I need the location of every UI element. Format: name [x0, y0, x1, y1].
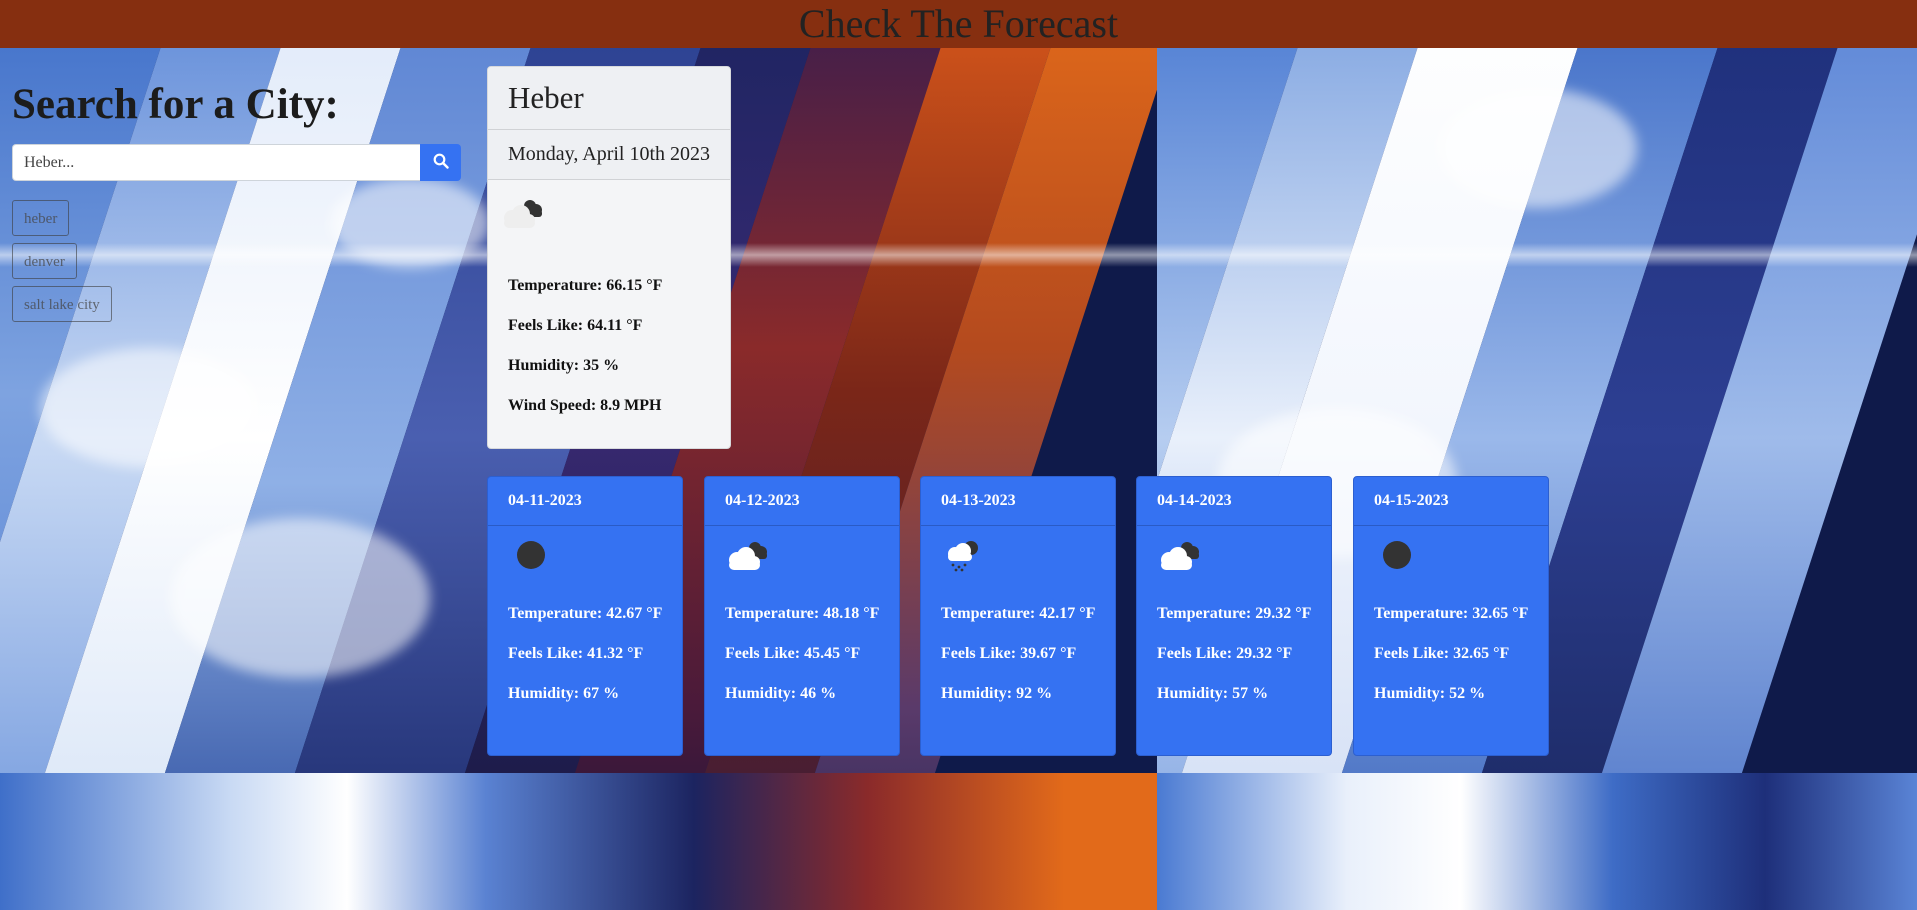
- forecast-feels-like: Feels Like: 41.32 °F: [508, 645, 644, 662]
- clear-night-icon: [506, 541, 556, 576]
- forecast-card: 04-15-2023 Temperature: 32.65 °F Feels L…: [1353, 476, 1549, 756]
- background-tile: [1157, 773, 1917, 910]
- forecast-humidity: Humidity: 67 %: [508, 685, 620, 702]
- forecast-card: 04-14-2023 Temperature: 29.32 °F Feels L…: [1136, 476, 1332, 756]
- forecast-date: 04-15-2023: [1354, 477, 1548, 526]
- current-humidity: Humidity: 35 %: [508, 357, 620, 374]
- forecast-temperature: Temperature: 48.18 °F: [725, 605, 880, 622]
- forecast-card: 04-11-2023 Temperature: 42.67 °F Feels L…: [487, 476, 683, 756]
- broken-clouds-icon: [498, 200, 548, 234]
- broken-clouds-icon: [723, 542, 773, 576]
- forecast-feels-like: Feels Like: 39.67 °F: [941, 645, 1077, 662]
- forecast-date: 04-13-2023: [921, 477, 1115, 526]
- forecast-feels-like: Feels Like: 29.32 °F: [1157, 645, 1293, 662]
- current-temperature: Temperature: 66.15 °F: [508, 277, 663, 294]
- history-button-denver[interactable]: denver: [12, 243, 77, 279]
- forecast-humidity: Humidity: 57 %: [1157, 685, 1269, 702]
- search-button[interactable]: [420, 144, 461, 181]
- forecast-temperature: Temperature: 29.32 °F: [1157, 605, 1312, 622]
- forecast-card: 04-12-2023 Temperature: 48.18 °F Feels L…: [704, 476, 900, 756]
- forecast-temperature: Temperature: 32.65 °F: [1374, 605, 1529, 622]
- current-feels-like: Feels Like: 64.11 °F: [508, 317, 643, 334]
- forecast-humidity: Humidity: 92 %: [941, 685, 1053, 702]
- current-wind-speed: Wind Speed: 8.9 MPH: [508, 397, 662, 414]
- current-city: Heber: [488, 67, 730, 130]
- forecast-humidity: Humidity: 52 %: [1374, 685, 1486, 702]
- page-header: Check The Forecast: [0, 0, 1917, 48]
- background-glow: [0, 243, 1917, 267]
- search-icon: [433, 153, 449, 172]
- forecast-temperature: Temperature: 42.67 °F: [508, 605, 663, 622]
- forecast-humidity: Humidity: 46 %: [725, 685, 837, 702]
- forecast-feels-like: Feels Like: 45.45 °F: [725, 645, 861, 662]
- history-button-heber[interactable]: heber: [12, 200, 70, 236]
- search-form: [12, 144, 461, 181]
- current-date: Monday, April 10th 2023: [488, 130, 730, 180]
- forecast-date: 04-11-2023: [488, 477, 682, 526]
- forecast-temperature: Temperature: 42.17 °F: [941, 605, 1096, 622]
- clear-night-icon: [1372, 541, 1422, 576]
- background-tile: [0, 773, 1157, 910]
- city-search-input[interactable]: [12, 144, 420, 181]
- forecast-card: 04-13-2023 Temperature: 42.17 °F Feels L…: [920, 476, 1116, 756]
- page-title: Check The Forecast: [798, 1, 1119, 46]
- forecast-date: 04-12-2023: [705, 477, 899, 526]
- forecast-feels-like: Feels Like: 32.65 °F: [1374, 645, 1510, 662]
- search-history: heber denver salt lake city: [12, 200, 112, 329]
- broken-clouds-icon: [1155, 542, 1205, 576]
- snow-icon: [939, 541, 989, 576]
- forecast-date: 04-14-2023: [1137, 477, 1331, 526]
- current-weather-card: Heber Monday, April 10th 2023 Temperatur…: [487, 66, 731, 449]
- history-button-salt-lake-city[interactable]: salt lake city: [12, 286, 112, 322]
- search-heading: Search for a City:: [12, 81, 339, 128]
